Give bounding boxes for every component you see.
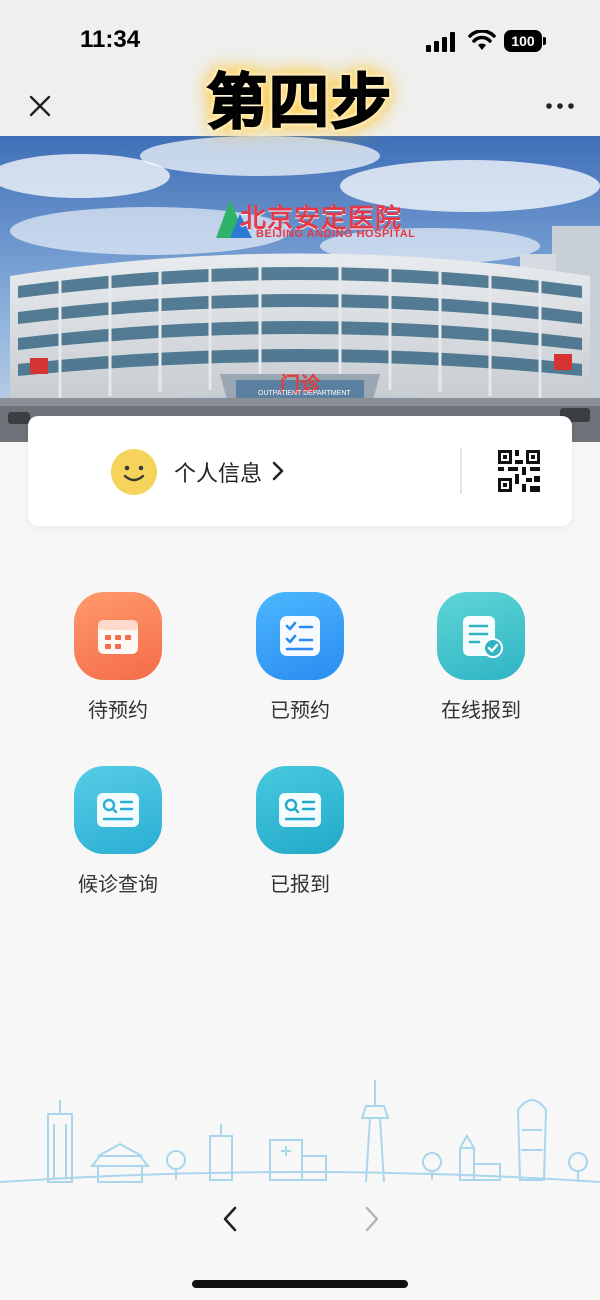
- battery-icon: 100: [504, 30, 546, 52]
- hospital-banner: 北京安定医院 BEIJING ANDING HOSPITAL 门诊 OUTPAT…: [0, 136, 600, 442]
- smiley-avatar-icon: [111, 449, 157, 495]
- back-arrow-icon[interactable]: [218, 1204, 242, 1234]
- signal-icon: [426, 32, 455, 52]
- step-title-overlay: 第四步: [206, 67, 393, 139]
- outpatient-sign-en: OUTPATIENT DEPARTMENT: [258, 390, 351, 397]
- id-card-icon: [74, 766, 162, 854]
- menu-item-label: 待预约: [88, 698, 148, 722]
- document-check-icon: [437, 592, 525, 680]
- chevron-right-icon: [272, 461, 284, 481]
- menu-item-label: 已报到: [270, 872, 330, 896]
- checklist-icon: [256, 592, 344, 680]
- home-indicator[interactable]: [192, 1280, 408, 1288]
- battery-level: 100: [504, 30, 542, 52]
- card-divider: [460, 448, 462, 494]
- personal-info-card[interactable]: 个人信息: [28, 416, 572, 526]
- hospital-name-en: BEIJING ANDING HOSPITAL: [256, 228, 416, 240]
- status-time: 11:34: [80, 26, 141, 53]
- city-skyline-illustration: [0, 1080, 600, 1183]
- wifi-icon: [468, 30, 496, 50]
- menu-item-online-checkin[interactable]: 在线报到: [401, 592, 561, 723]
- calendar-icon: [74, 592, 162, 680]
- forward-arrow-icon[interactable]: [360, 1204, 384, 1234]
- menu-item-label: 候诊查询: [78, 872, 158, 896]
- menu-item-booked[interactable]: 已预约: [220, 592, 380, 723]
- menu-item-label: 在线报到: [441, 698, 521, 722]
- menu-item-queue-query[interactable]: 候诊查询: [38, 766, 198, 897]
- qr-code-icon[interactable]: [498, 450, 540, 492]
- menu-item-pending-appointment[interactable]: 待预约: [38, 592, 198, 723]
- menu-item-label: 已预约: [270, 698, 330, 722]
- menu-item-checked-in[interactable]: 已报到: [220, 766, 380, 897]
- personal-info-label[interactable]: 个人信息: [174, 456, 262, 488]
- id-card-icon: [256, 766, 344, 854]
